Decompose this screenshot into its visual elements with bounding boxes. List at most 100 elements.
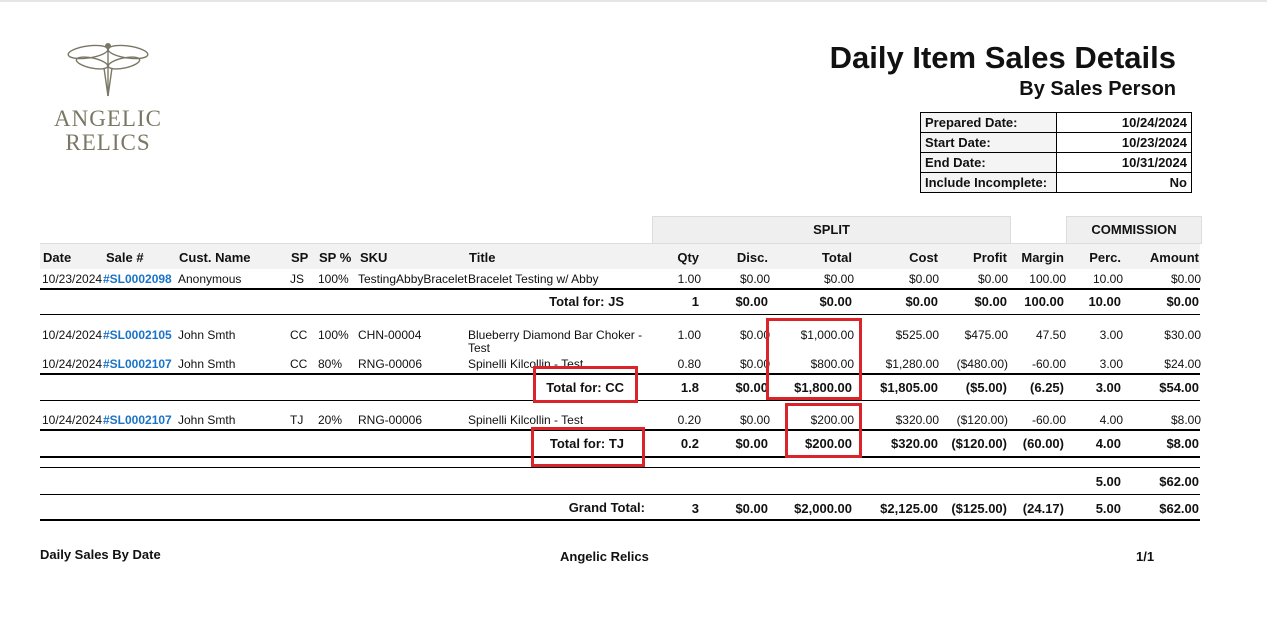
subtotal-margin: (60.00) [1022,436,1064,451]
sale-link[interactable]: #SL0002107 [103,357,172,371]
row-disc: $0.00 [739,413,770,427]
row-profit: $475.00 [964,328,1008,342]
row-cust-name: Anonymous [178,272,242,286]
subtotal-cost: $1,805.00 [880,380,938,395]
param-row-start-date: Start Date: 10/23/2024 [920,132,1192,153]
highlight-box-tj-totals [785,403,862,458]
row-margin: -60.00 [1031,357,1066,371]
row-disc: $0.00 [739,272,770,286]
row-cost: $320.00 [895,413,939,427]
row-sp: JS [290,272,305,286]
param-value: 10/23/2024 [1056,132,1192,153]
grand-total-qty: 3 [691,501,699,516]
report-title: Daily Item Sales Details [829,40,1176,75]
logo-text-line1: ANGELIC [54,106,162,131]
subtotal-profit: ($5.00) [965,380,1007,395]
param-value: 10/31/2024 [1056,152,1192,173]
subtotal-disc: $0.00 [735,294,768,309]
split-band-header: SPLIT [652,216,1011,244]
subtotal-amount: $54.00 [1159,380,1199,395]
row-date: 10/24/2024 [42,328,103,342]
row-sp: CC [290,328,308,342]
logo-text-line2: RELICS [65,130,151,155]
sale-link[interactable]: #SL0002107 [103,413,172,427]
row-sku: TestingAbbyBracelet [358,272,468,286]
subtotal-perc: 10.00 [1088,294,1121,309]
row-title: Bracelet Testing w/ Abby [468,272,599,286]
grand-total-profit: ($125.00) [951,501,1007,516]
col-header-sku: SKU [360,250,388,265]
col-header-cost: Cost [909,250,938,265]
param-row-include-incomplete: Include Incomplete: No [920,172,1192,193]
col-header-perc: Perc. [1089,250,1121,265]
col-header-cust-name: Cust. Name [179,250,251,265]
dragonfly-icon [67,43,149,97]
row-divider [40,288,1200,290]
row-sp: CC [290,357,308,371]
row-sp-pct: 100% [318,328,349,342]
param-label: End Date: [920,152,1057,173]
footer-page-number: 1/1 [1136,549,1155,564]
row-date: 10/24/2024 [42,413,103,427]
row-qty: 0.80 [677,357,701,371]
col-header-sp-pct: SP % [319,250,352,265]
row-qty: 1.00 [677,272,701,286]
subtotal-cost: $0.00 [905,294,938,309]
grand-total-margin: (24.17) [1022,501,1064,516]
row-date: 10/23/2024 [42,272,103,286]
highlight-box-total-for-tj [531,427,645,467]
subtotal-cost: $320.00 [891,436,938,451]
row-qty: 1.00 [677,328,701,342]
col-header-date: Date [43,250,72,265]
row-title: Spinelli Kilcollin - Test [468,413,584,427]
subtotal-margin: (6.25) [1030,380,1064,395]
subtotal-perc: 3.00 [1095,380,1121,395]
row-cust-name: John Smth [178,328,236,342]
subtotal-amount: $0.00 [1166,294,1199,309]
subtotal-profit: $0.00 [974,294,1007,309]
col-header-amount: Amount [1149,250,1199,265]
row-cost: $525.00 [895,328,939,342]
highlight-box-cc-totals [766,318,862,400]
row-cust-name: John Smth [178,357,236,371]
row-sku: RNG-00006 [358,413,423,427]
company-logo: ANGELIC RELICS [38,40,178,160]
row-amount: $0.00 [1170,272,1201,286]
row-profit: $0.00 [977,272,1008,286]
row-profit: ($120.00) [956,413,1008,427]
subtotal-qty: 0.2 [680,436,699,451]
row-profit: ($480.00) [956,357,1008,371]
row-amount: $30.00 [1164,328,1201,342]
param-row-end-date: End Date: 10/31/2024 [920,152,1192,173]
grand-total-label: Grand Total: [568,500,645,515]
param-label: Prepared Date: [920,112,1057,133]
row-divider [40,314,1200,315]
row-perc: 4.00 [1099,413,1123,427]
col-header-qty: Qty [677,250,699,265]
param-row-prepared-date: Prepared Date: 10/24/2024 [920,112,1192,133]
col-header-sale: Sale # [106,250,144,265]
row-divider [40,467,1200,468]
subtotal-label: Total for: JS [549,294,624,309]
commission-summary-perc: 5.00 [1095,474,1121,489]
commission-summary-amount: $62.00 [1159,474,1199,489]
row-perc: 10.00 [1092,272,1123,286]
row-title: Blueberry Diamond Bar Choker - [468,328,643,342]
row-margin: -60.00 [1031,413,1066,427]
grand-total-total: $2,000.00 [794,501,852,516]
param-value: 10/24/2024 [1056,112,1192,133]
sale-link[interactable]: #SL0002098 [103,272,172,286]
sale-link[interactable]: #SL0002105 [103,328,172,342]
subtotal-disc: $0.00 [735,380,768,395]
row-cost: $1,280.00 [885,357,939,371]
row-sku: CHN-00004 [358,328,422,342]
param-value: No [1056,172,1192,193]
col-header-title: Title [469,250,496,265]
grand-total-perc: 5.00 [1095,501,1121,516]
subtotal-total: $0.00 [819,294,852,309]
row-divider [40,519,1200,521]
col-header-disc: Disc. [736,250,768,265]
row-sp-pct: 100% [318,272,349,286]
subtotal-qty: 1.8 [680,380,699,395]
subtotal-qty: 1 [691,294,699,309]
